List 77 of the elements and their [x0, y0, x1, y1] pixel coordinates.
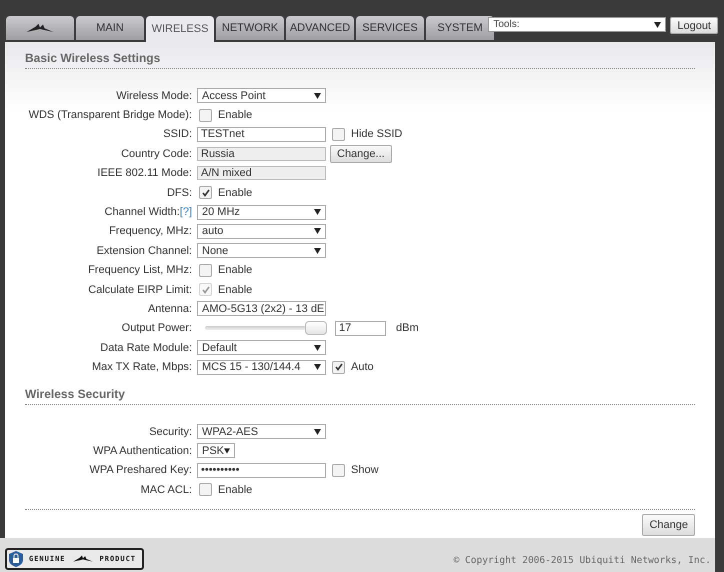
help-link[interactable]: [?]: [180, 206, 192, 218]
dropdown[interactable]: auto: [197, 224, 326, 239]
checkbox-label: Enable: [218, 109, 252, 122]
checkbox-label: Enable: [218, 186, 252, 199]
field-label: IEEE 802.11 Mode:: [96, 167, 192, 180]
dropdown-arrow-icon: [314, 228, 321, 234]
checkbox[interactable]: [332, 360, 345, 374]
field-label: Frequency List, MHz:: [87, 264, 192, 276]
checkbox-label: Auto: [351, 361, 374, 374]
field-label: DFS:: [166, 186, 192, 199]
dropdown[interactable]: Access Point: [197, 88, 326, 104]
dropdown-arrow-icon: [224, 448, 230, 454]
checkbox[interactable]: [199, 483, 212, 496]
field-label: WPA Authentication:: [92, 444, 192, 457]
checkbox-label: Enable: [218, 264, 252, 276]
dropdown[interactable]: MCS 15 - 130/144.4: [197, 360, 326, 375]
checkbox-label: Hide SSID: [351, 128, 402, 140]
bird-logo-icon: [72, 555, 94, 563]
field-label: Frequency, MHz:: [108, 225, 192, 238]
field-label: Max TX Rate, Mbps:: [90, 361, 192, 374]
field-label: Channel Width:[?]: [104, 206, 192, 218]
nav-tab[interactable]: MAIN: [76, 16, 144, 40]
checkbox-label: Enable: [218, 284, 252, 296]
dropdown[interactable]: WPA2-AES: [197, 424, 326, 440]
nav-tab[interactable]: WIRELESS: [146, 16, 214, 42]
dropdown-arrow-icon: [314, 92, 321, 99]
field-label: WDS (Transparent Bridge Mode):: [28, 109, 192, 122]
number-field[interactable]: 17: [335, 320, 386, 336]
dropdown-arrow-icon: [314, 209, 321, 216]
tools-dropdown[interactable]: Tools:: [488, 17, 666, 32]
section-title: Basic Wireless Settings: [25, 51, 695, 69]
checkbox[interactable]: [332, 128, 345, 141]
field-label: Output Power:: [120, 322, 192, 334]
readonly-field: A/N mixed: [197, 166, 326, 180]
field-label: SSID:: [162, 128, 192, 140]
logout-button[interactable]: Logout: [670, 17, 718, 34]
checkbox-label: Show: [351, 464, 379, 476]
field-label: Data Rate Module:: [99, 342, 192, 354]
dropdown[interactable]: AMO-5G13 (2x2) - 13 dE: [197, 301, 326, 316]
field-label: MAC ACL:: [140, 484, 192, 496]
nav-tab[interactable]: [6, 16, 74, 40]
nav-tab[interactable]: SERVICES: [356, 16, 424, 40]
field-label: Security:: [148, 426, 192, 438]
text-field[interactable]: ••••••••••: [197, 462, 326, 478]
readonly-field: Russia: [197, 146, 326, 161]
copyright-text: © Copyright 2006-2015 Ubiquiti Networks, Inc.: [454, 555, 712, 568]
bird-logo-icon: [25, 22, 55, 34]
dropdown-arrow-icon: [314, 364, 321, 370]
dropdown[interactable]: Default: [197, 340, 326, 356]
dropdown[interactable]: 20 MHz: [197, 204, 326, 220]
field-label: WPA Preshared Key:: [88, 464, 192, 476]
lock-icon: [9, 551, 23, 567]
section-title: Wireless Security: [25, 386, 695, 405]
nav-tab[interactable]: ADVANCED: [286, 16, 354, 40]
checkbox[interactable]: [199, 186, 212, 200]
field-label: Country Code:: [120, 148, 192, 160]
field-label: Extension Channel:: [96, 244, 192, 257]
field-label: Calculate EIRP Limit:: [87, 284, 192, 296]
power-slider[interactable]: [205, 321, 327, 336]
checkbox-label: Enable: [218, 484, 252, 496]
dropdown[interactable]: PSK: [197, 443, 235, 458]
checkbox[interactable]: [199, 108, 212, 122]
nav-tab[interactable]: NETWORK: [216, 16, 284, 40]
dropdown-arrow-icon: [314, 428, 321, 435]
field-label: Antenna:: [146, 302, 192, 315]
checkbox[interactable]: [332, 464, 345, 477]
nav-tab[interactable]: SYSTEM: [426, 16, 494, 40]
dropdown[interactable]: None: [197, 243, 326, 258]
dropdown-arrow-icon: [314, 248, 321, 254]
unit-label: dBm: [396, 322, 419, 334]
change-button[interactable]: Change...: [330, 144, 392, 163]
checkbox[interactable]: [199, 264, 212, 277]
dropdown-arrow-icon: [314, 344, 321, 351]
dropdown-arrow-icon: [654, 22, 662, 28]
text-field[interactable]: TESTnet: [197, 126, 326, 142]
change-button[interactable]: Change: [642, 514, 695, 536]
field-label: Wireless Mode:: [115, 90, 192, 102]
